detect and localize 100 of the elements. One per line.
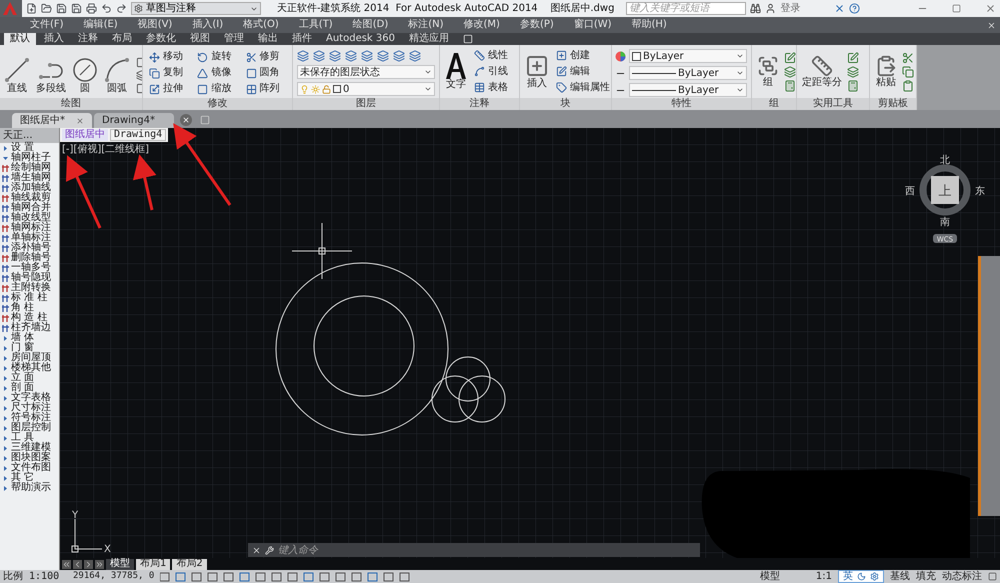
close-icon[interactable] [985,3,996,14]
large-tool-button[interactable]: 圆弧 [102,57,132,94]
status-icon[interactable] [988,572,997,581]
menu-item[interactable]: 文件(F) [30,20,64,30]
status-toggle[interactable]: 动态标注 [942,572,982,582]
maximize-icon[interactable] [952,4,961,13]
annotation-scale-button[interactable]: 1:1 [816,572,832,582]
panel-title[interactable]: 实用工具 [797,98,869,110]
panel-title[interactable]: 注释 [440,98,519,110]
sidebar-section[interactable]: 楼梯其他 [0,363,59,373]
layout-tab[interactable]: 布局1 [136,558,170,570]
navigation-icon[interactable] [84,560,93,568]
dropdown-field[interactable]: ByLayer [629,49,747,63]
large-tool-button[interactable]: 插入 [523,54,551,89]
sidebar-section[interactable]: 墙 体 [0,333,59,343]
sidebar-section[interactable]: 尺寸标注 [0,403,59,413]
binoculars-icon[interactable] [750,3,762,14]
sidebar-item[interactable]: 一轴多号 [0,263,59,273]
ribbon-tab[interactable]: 布局 [106,33,138,45]
navigation-icon[interactable] [73,560,82,568]
document-tab[interactable]: 图纸居中* [12,113,92,128]
sidebar-section[interactable]: 三维建模 [0,443,59,453]
user-icon[interactable] [765,3,776,14]
close-icon[interactable] [987,20,996,30]
sidebar-section[interactable]: 其 它 [0,473,59,483]
large-tool-button[interactable]: 粘贴 [873,55,899,88]
calculator-icon[interactable] [847,80,859,92]
layer-tool-icon[interactable] [329,50,341,62]
ribbon-tab[interactable]: 默认 [4,33,36,45]
status-toggle[interactable]: 填充 [916,572,936,582]
layer-tool-icon[interactable] [297,50,309,62]
ribbon-tab[interactable]: 管理 [218,33,250,45]
sidebar-item[interactable]: 标 准 柱 [0,293,59,303]
ribbon-tab[interactable]: 插件 [286,33,318,45]
menu-item[interactable]: 修改(M) [464,20,500,30]
panel-title[interactable]: 组 [752,98,796,110]
dropdown-field[interactable]: ByLayer [629,83,747,97]
model-space-button[interactable]: 模型 [760,572,780,582]
menu-item[interactable]: 帮助(H) [632,20,667,30]
sidebar-item[interactable]: 墙生轴网 [0,173,59,183]
navigation-icon[interactable] [95,560,104,568]
dropdown-field[interactable]: 0 [297,82,435,96]
clipboard-icon[interactable] [902,80,914,92]
cut-icon[interactable] [902,52,914,64]
sidebar-item[interactable]: 角 柱 [0,303,59,313]
sidebar-item[interactable]: 构 造 柱 [0,313,59,323]
layout-tab[interactable]: 布局2 [172,558,207,570]
viewcube-face[interactable] [931,176,959,204]
menu-item[interactable]: 绘图(D) [352,20,388,30]
panel-title[interactable]: 特性 [612,98,751,110]
sidebar-section[interactable]: 图块图案 [0,453,59,463]
tool-button[interactable]: 线性 [472,48,510,64]
sidebar-item[interactable]: 删除轴号 [0,253,59,263]
menu-item[interactable]: 标注(N) [408,20,444,30]
file-tab[interactable]: Drawing4 [110,129,166,141]
tool-button[interactable]: 移动 [147,49,192,65]
large-tool-button[interactable]: 多段线 [34,57,68,94]
search-field[interactable]: 键入关键字或短语 [626,2,746,15]
sidebar-section[interactable]: 立 面 [0,373,59,383]
large-tool-button[interactable]: 文字 [443,53,469,90]
print-icon[interactable] [86,3,97,14]
tool-icon[interactable] [847,52,859,64]
sidebar-section[interactable]: 工 具 [0,433,59,443]
panel-title[interactable]: 图层 [293,98,439,110]
menu-item[interactable]: 参数(P) [520,20,554,30]
sidebar-section[interactable]: 符号标注 [0,413,59,423]
panel-title[interactable]: 剪贴板 [870,98,916,110]
sidebar-item[interactable]: 添加轴线 [0,183,59,193]
tool-button[interactable]: 引线 [472,64,510,80]
sidebar-item[interactable]: 添补轴号 [0,243,59,253]
tool-button[interactable]: 编辑属性 [554,80,611,96]
tool-button[interactable]: 旋转 [195,49,240,65]
tool-button[interactable]: 创建 [554,48,611,64]
calculator-icon[interactable] [784,80,796,92]
panel-title[interactable]: 块 [520,98,611,110]
sidebar-item[interactable]: 轴改线型 [0,213,59,223]
sidebar-section[interactable]: 图层控制 [0,423,59,433]
menu-item[interactable]: 编辑(E) [84,20,118,30]
menu-item[interactable]: 窗口(W) [574,20,612,30]
dropdown-field[interactable]: 未保存的图层状态 [297,65,435,79]
tool-button[interactable]: 圆角 [244,65,288,81]
save-as-icon[interactable] [71,3,82,14]
layer-tool-icon[interactable] [393,50,405,62]
close-tab-button[interactable] [180,114,192,126]
dropdown-field[interactable]: ByLayer [629,66,747,80]
tool-button[interactable]: 拉伸 [147,81,192,97]
sidebar-item[interactable]: 单轴标注 [0,233,59,243]
ribbon-tab[interactable]: 输出 [252,33,284,45]
layers-icon[interactable] [847,66,859,78]
close-icon[interactable] [252,546,261,554]
status-toggle[interactable]: 基线 [890,572,910,582]
tool-button[interactable]: 镜像 [195,65,240,81]
sidebar-section[interactable]: 门 窗 [0,343,59,353]
ime-toolbar[interactable]: 英 [838,570,884,583]
sidebar-section[interactable]: 剖 面 [0,383,59,393]
ribbon-tab[interactable]: 视图 [184,33,216,45]
tool-button[interactable]: 缩放 [195,81,240,97]
copy-icon[interactable] [902,66,914,78]
file-tab[interactable]: 图纸居中 [62,129,108,141]
scale-dropdown[interactable]: 比例 1:100 [3,572,67,582]
